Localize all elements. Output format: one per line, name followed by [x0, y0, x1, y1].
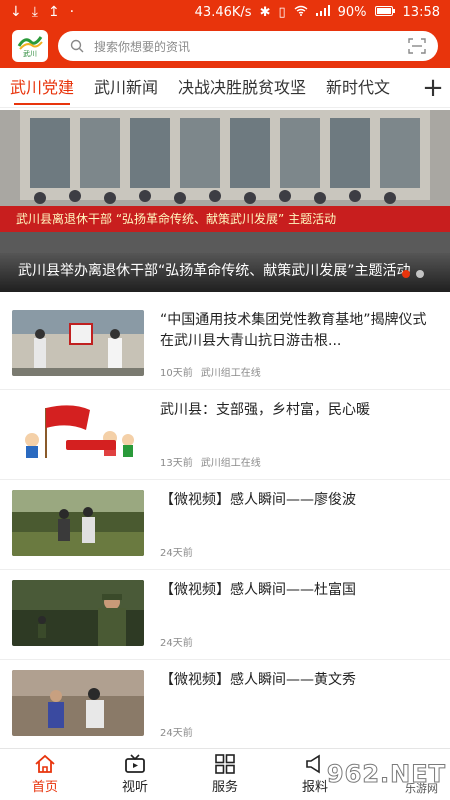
news-source: 武川组工在线 [200, 458, 261, 469]
list-item[interactable]: 【微视频】感人瞬间——廖俊波 24天前 [0, 480, 450, 570]
logo-wave-icon [17, 36, 43, 50]
search-input[interactable]: 搜索你想要的资讯 [94, 38, 408, 55]
banner-slogan: 武川县离退休干部 “弘扬革命传统、献策武川发展” 主题活动 [0, 206, 450, 232]
video-thumbnail [12, 490, 144, 556]
signal-icon [315, 4, 330, 20]
news-thumbnail [12, 310, 144, 376]
home-icon [35, 754, 55, 773]
status-bar: ↓ ⤓ ↥ · 43.46K/s ✱ ▯ 90% 13:58 [0, 0, 450, 24]
search-bar[interactable]: 搜索你想要的资讯 [58, 31, 438, 61]
news-title: 【微视频】感人瞬间——廖俊波 [160, 492, 356, 508]
app-header: 武川 搜索你想要的资讯 [0, 24, 450, 68]
battery-icon [374, 5, 395, 20]
search-icon [70, 39, 84, 53]
nav-services[interactable]: 服务 [180, 749, 270, 800]
news-time: 24天前 [160, 638, 193, 649]
list-item[interactable]: 【微视频】感人瞬间——黄文秀 24天前 [0, 660, 450, 750]
carousel-indicator [402, 270, 424, 278]
tab-wuchuan-news[interactable]: 武川新闻 [84, 68, 168, 107]
bluetooth-icon: ✱ [259, 4, 271, 20]
nav-media[interactable]: 视听 [90, 749, 180, 800]
banner-caption[interactable]: 武川县举办离退休干部“弘扬革命传统、献策武川发展”主题活动 [0, 253, 450, 292]
news-time: 24天前 [160, 728, 193, 739]
scan-icon[interactable] [408, 38, 426, 54]
news-time: 10天前 [160, 368, 193, 379]
site-watermark: 962.NET 乐游网 [296, 752, 446, 796]
app-logo[interactable]: 武川 [12, 30, 48, 62]
news-title: 【微视频】感人瞬间——杜富国 [160, 582, 356, 598]
clock: 13:58 [402, 4, 440, 20]
carousel-dot[interactable] [402, 270, 410, 278]
add-channel-button[interactable]: + [416, 68, 450, 107]
download-icon: ⤓ [31, 4, 38, 20]
news-title: 武川县：支部强，乡村富，民心暖 [160, 402, 370, 418]
grid-icon [215, 754, 235, 774]
list-item[interactable]: “中国通用技术集团党性教育基地”揭牌仪式在武川县大青山抗日游击根... 10天前… [0, 300, 450, 390]
carousel-dot[interactable] [416, 270, 424, 278]
tab-poverty-alleviation[interactable]: 决战决胜脱贫攻坚 [168, 68, 316, 107]
news-source: 武川组工在线 [200, 368, 261, 379]
headline-carousel[interactable]: 武川县离退休干部 “弘扬革命传统、献策武川发展” 主题活动 武川县举办离退休干部… [0, 110, 450, 292]
status-notification-icons: ↓ ⤓ ↥ · [10, 4, 74, 20]
news-title: 【微视频】感人瞬间——黄文秀 [160, 672, 356, 688]
list-item[interactable]: 武川县：支部强，乡村富，民心暖 13天前 武川组工在线 [0, 390, 450, 480]
video-thumbnail [12, 580, 144, 646]
news-thumbnail [12, 400, 144, 466]
nav-media-label: 视听 [121, 780, 148, 795]
wifi-icon [294, 5, 308, 20]
news-time: 24天前 [160, 548, 193, 559]
upload-icon: ↥ [47, 4, 60, 20]
tab-wuchuan-party[interactable]: 武川党建 [0, 68, 84, 107]
battery-level: 90% [337, 4, 367, 20]
news-title: “中国通用技术集团党性教育基地”揭牌仪式在武川县大青山抗日游击根... [160, 312, 427, 349]
news-time: 13天前 [160, 458, 193, 469]
nav-services-label: 服务 [211, 780, 238, 795]
vibrate-icon: ▯ [278, 4, 286, 20]
download-icon: ↓ [10, 4, 22, 20]
tab-new-era-culture[interactable]: 新时代文 [316, 68, 400, 107]
tv-icon [125, 754, 145, 773]
nav-home-label: 首页 [31, 780, 58, 795]
watermark-subtext: 乐游网 [405, 782, 438, 795]
list-item[interactable]: 【微视频】感人瞬间——杜富国 24天前 [0, 570, 450, 660]
nav-home[interactable]: 首页 [0, 749, 90, 800]
video-thumbnail [12, 670, 144, 736]
news-list: “中国通用技术集团党性教育基地”揭牌仪式在武川县大青山抗日游击根... 10天前… [0, 300, 450, 750]
logo-text: 武川 [23, 50, 37, 58]
network-speed: 43.46K/s [194, 4, 252, 20]
dot-icon: · [69, 4, 75, 20]
channel-tabs: 武川党建 武川新闻 决战决胜脱贫攻坚 新时代文 + [0, 68, 450, 108]
